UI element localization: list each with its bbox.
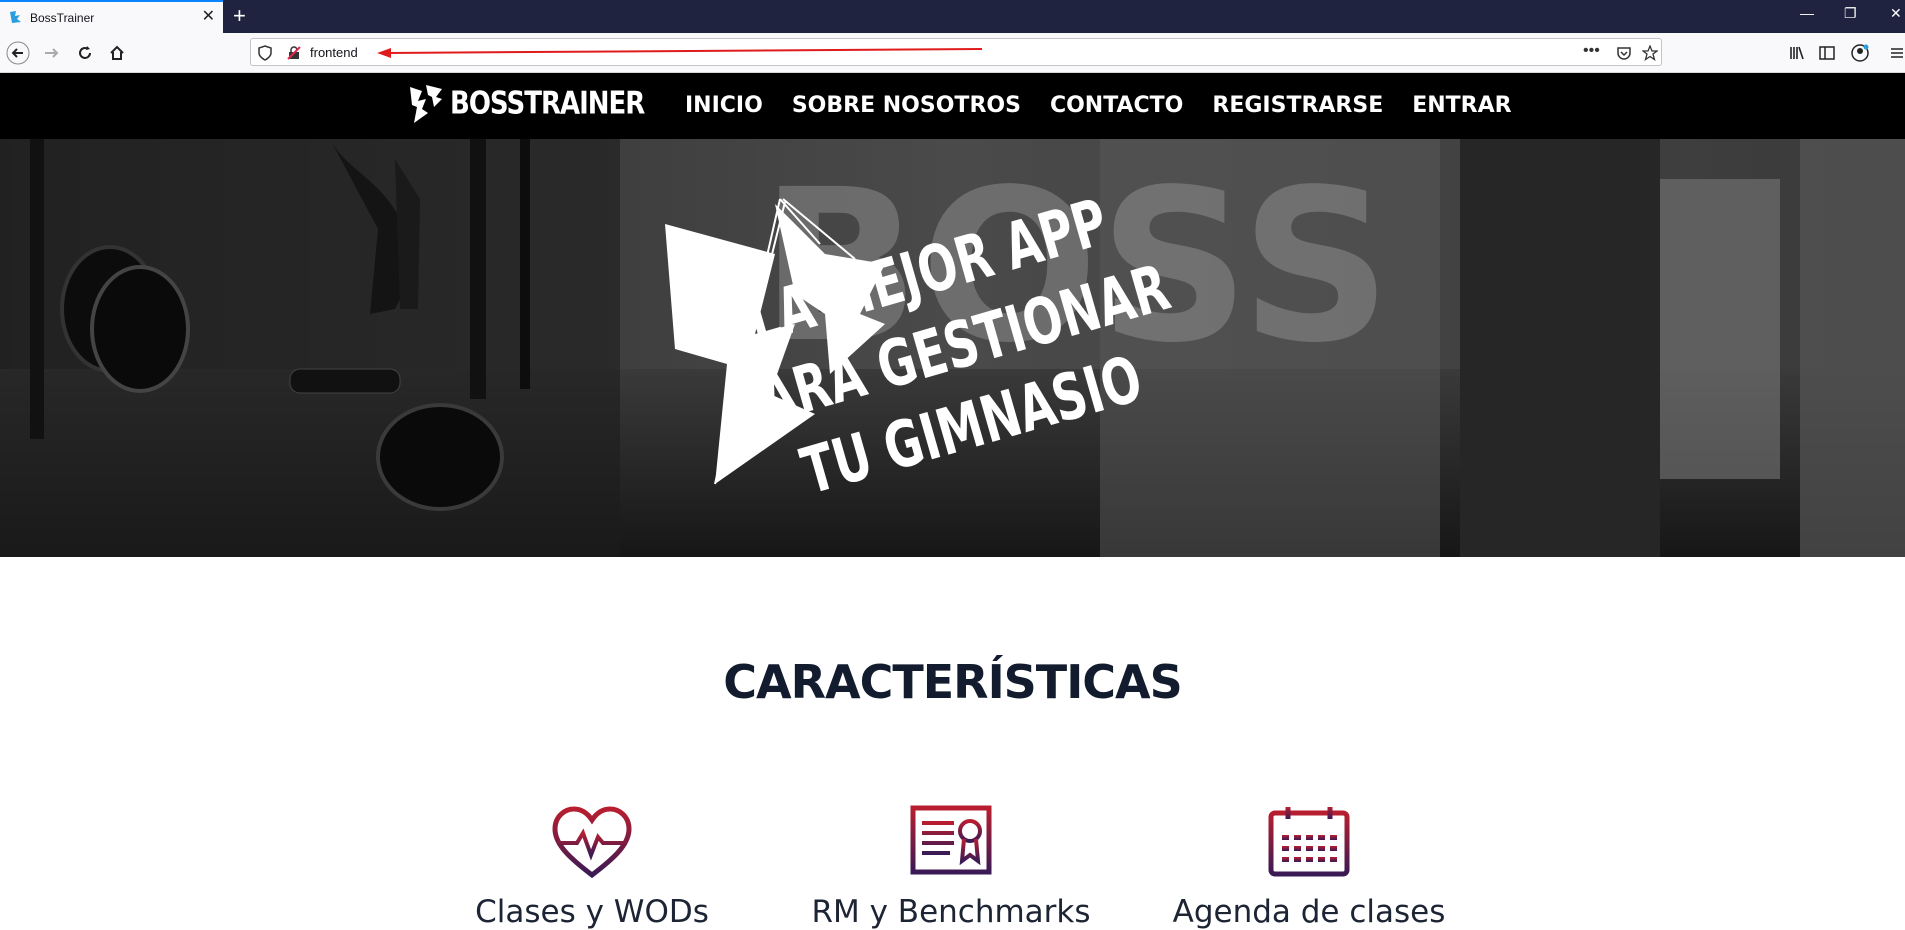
minimize-icon[interactable]: —: [1800, 5, 1814, 21]
insecure-lock-icon[interactable]: [286, 45, 302, 61]
nav-inicio[interactable]: INICIO: [685, 93, 763, 118]
site-logo[interactable]: BOSSTRAINER: [408, 83, 645, 125]
certificate-icon: [910, 805, 992, 875]
browser-navbar: frontend •••: [0, 33, 1905, 73]
restore-icon[interactable]: ❐: [1844, 5, 1857, 22]
feature-agenda-clases: Agenda de clases: [1149, 805, 1469, 930]
feature-label: Clases y WODs: [475, 894, 709, 930]
tab-close-icon[interactable]: ✕: [202, 8, 215, 26]
account-icon[interactable]: [1848, 41, 1872, 65]
logo-text: BOSSTRAINER: [450, 86, 645, 122]
calendar-icon: [1268, 807, 1350, 877]
close-window-icon[interactable]: ✕: [1890, 5, 1902, 22]
forward-icon[interactable]: [40, 41, 64, 65]
nav-entrar[interactable]: ENTRAR: [1412, 93, 1511, 118]
feature-clases-wods: Clases y WODs: [432, 805, 752, 930]
shield-icon[interactable]: [257, 45, 273, 61]
nav-sobre-nosotros[interactable]: SOBRE NOSOTROS: [792, 93, 1021, 118]
sidebar-icon[interactable]: [1815, 41, 1839, 65]
tab-title: BossTrainer: [30, 11, 95, 25]
browser-tab-strip: BossTrainer ✕ + — ❐ ✕: [0, 0, 1905, 33]
menu-icon[interactable]: [1885, 41, 1905, 65]
feature-rm-benchmarks: RM y Benchmarks: [791, 805, 1111, 930]
back-icon[interactable]: [6, 41, 30, 65]
hero-banner: BOSS LA MEJOR APP PARA GESTIONAR TU GIMN…: [0, 139, 1905, 557]
logo-mark-icon: [410, 85, 442, 123]
new-tab-icon[interactable]: +: [233, 3, 246, 29]
browser-tab[interactable]: BossTrainer ✕: [0, 0, 223, 33]
feature-label: Agenda de clases: [1172, 894, 1446, 930]
section-title: CARACTERÍSTICAS: [723, 655, 1183, 709]
nav-contacto[interactable]: CONTACTO: [1050, 93, 1183, 118]
feature-label: RM y Benchmarks: [811, 894, 1091, 930]
site-nav: INICIO SOBRE NOSOTROS CONTACTO REGISTRAR…: [685, 93, 1541, 118]
page-actions-icon[interactable]: •••: [1583, 42, 1600, 60]
library-icon[interactable]: [1785, 41, 1809, 65]
home-icon[interactable]: [105, 41, 129, 65]
reload-icon[interactable]: [73, 41, 97, 65]
nav-registrarse[interactable]: REGISTRARSE: [1212, 93, 1383, 118]
pocket-icon[interactable]: [1616, 45, 1632, 61]
heart-pulse-icon: [552, 806, 632, 879]
bosstrainer-favicon-icon: [10, 11, 21, 23]
annotation-arrow: [377, 48, 982, 58]
bookmark-star-icon[interactable]: [1642, 45, 1658, 61]
url-text: frontend: [310, 45, 358, 60]
site-header: BOSSTRAINER INICIO SOBRE NOSOTROS CONTAC…: [0, 73, 1905, 139]
